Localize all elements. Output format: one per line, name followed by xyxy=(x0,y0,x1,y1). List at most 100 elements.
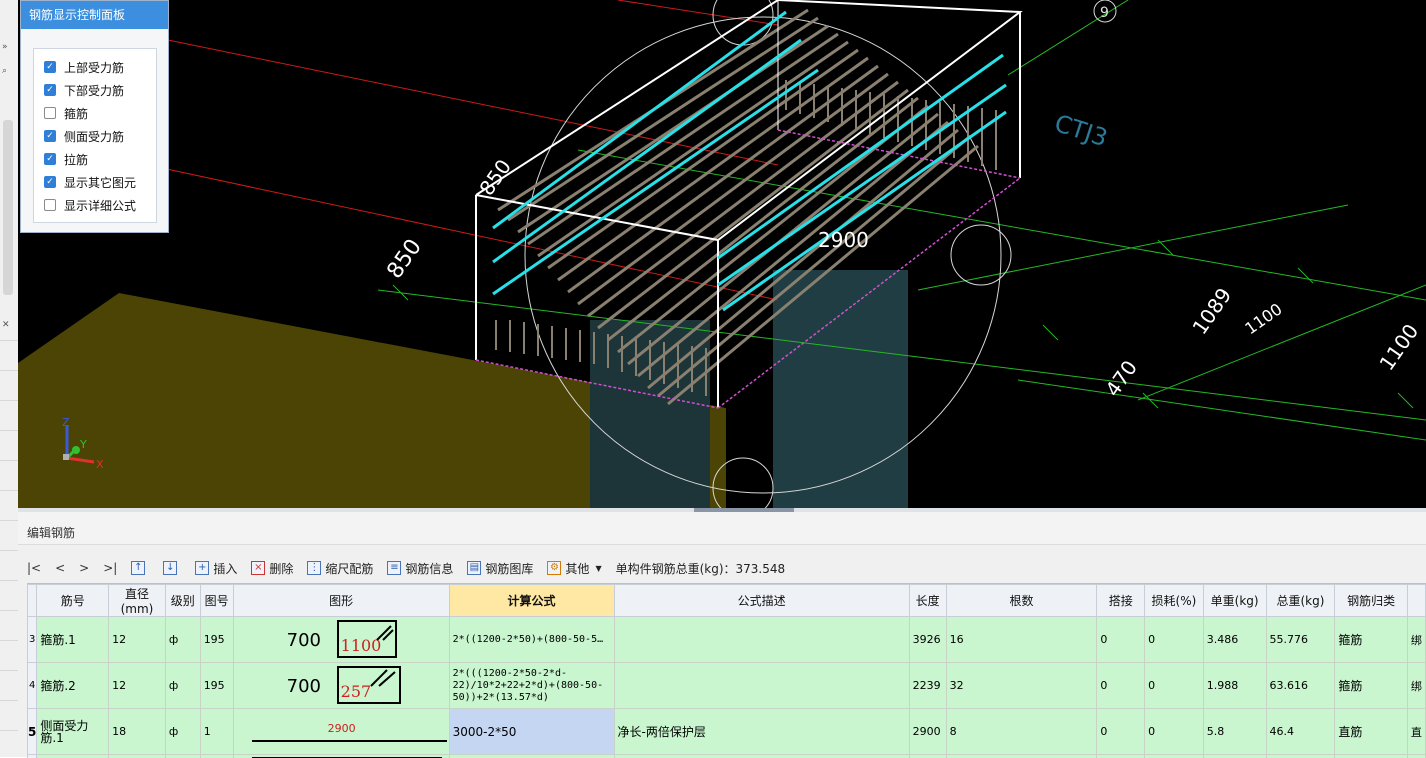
cell-count[interactable]: 16 xyxy=(946,617,1097,663)
cell-class[interactable]: 直筋 xyxy=(1335,709,1408,755)
row-number[interactable]: 5 xyxy=(28,709,37,755)
checkbox-checked-icon[interactable]: ✓ xyxy=(44,153,56,165)
scale-rebar-button[interactable]: ⋮缩尺配筋 xyxy=(307,560,373,577)
cell-length[interactable]: 3926 xyxy=(909,617,946,663)
option-show-formula[interactable]: 显示详细公式 xyxy=(44,196,136,214)
cell-grade[interactable]: ф xyxy=(165,617,200,663)
cell-length[interactable]: 2900 xyxy=(909,709,946,755)
column-header[interactable]: 公式描述 xyxy=(614,585,909,617)
row-number[interactable]: 4 xyxy=(28,663,37,709)
cell-shape[interactable]: 700 1100 xyxy=(233,617,449,663)
cell-loss[interactable]: 0 xyxy=(1145,663,1204,709)
other-dropdown[interactable]: ⚙其他▼ xyxy=(547,560,601,577)
close-icon[interactable]: ✕ xyxy=(2,320,10,330)
left-scrollbar[interactable] xyxy=(3,120,13,295)
checkbox-unchecked-icon[interactable] xyxy=(44,199,56,211)
cell-grade[interactable]: ф xyxy=(165,709,200,755)
cell-class[interactable]: 箍筋 xyxy=(1335,617,1408,663)
cell-unit-weight[interactable]: 3.486 xyxy=(1203,617,1266,663)
table-row-empty[interactable] xyxy=(28,755,1426,758)
option-show-other[interactable]: ✓ 显示其它图元 xyxy=(44,173,136,191)
cell-name[interactable]: 侧面受力筋.1 xyxy=(37,709,109,755)
row-number[interactable]: 3 xyxy=(28,617,37,663)
cell-unit-weight[interactable]: 5.8 xyxy=(1203,709,1266,755)
cell-figure[interactable]: 195 xyxy=(200,663,233,709)
option-bottom-rebar[interactable]: ✓下部受力筋 xyxy=(44,81,124,99)
cell-description[interactable]: 净长-两倍保护层 xyxy=(614,709,909,755)
cell-figure[interactable]: 1 xyxy=(200,709,233,755)
cell-diameter[interactable]: 18 xyxy=(109,709,166,755)
column-header[interactable]: 总重(kg) xyxy=(1266,585,1335,617)
checkbox-checked-icon[interactable]: ✓ xyxy=(44,130,56,142)
column-header[interactable]: 筋号 xyxy=(37,585,109,617)
arrow-down-icon: ↓ xyxy=(163,561,177,575)
column-header[interactable]: 单重(kg) xyxy=(1203,585,1266,617)
table-row-current[interactable]: 5 侧面受力筋.1 18 ф 1 2900 3000-2*50 净长-两倍保护层… xyxy=(28,709,1426,755)
cell-total-weight[interactable]: 46.4 xyxy=(1266,709,1335,755)
column-header[interactable]: 图形 xyxy=(233,585,449,617)
column-header[interactable]: 搭接 xyxy=(1097,585,1145,617)
cell-total-weight[interactable]: 55.776 xyxy=(1266,617,1335,663)
cell-lap[interactable]: 0 xyxy=(1097,709,1145,755)
move-down-button[interactable]: ↓ xyxy=(163,561,181,575)
prev-button[interactable]: < xyxy=(55,561,65,575)
cell-extra[interactable]: 绑 xyxy=(1407,617,1425,663)
cell-shape[interactable]: 2900 xyxy=(233,709,449,755)
column-header[interactable]: 直径(mm) xyxy=(109,585,166,617)
cell-unit-weight[interactable]: 1.988 xyxy=(1203,663,1266,709)
cell-loss[interactable]: 0 xyxy=(1145,617,1204,663)
cell-count[interactable]: 32 xyxy=(946,663,1097,709)
cell-extra[interactable]: 直 xyxy=(1407,709,1425,755)
cell-diameter[interactable]: 12 xyxy=(109,663,166,709)
option-tie-rebar[interactable]: ✓拉筋 xyxy=(44,150,88,168)
first-button[interactable]: |< xyxy=(27,561,41,575)
checkbox-checked-icon[interactable]: ✓ xyxy=(44,176,56,188)
cell-description[interactable] xyxy=(614,617,909,663)
option-side-rebar[interactable]: ✓侧面受力筋 xyxy=(44,127,124,145)
rebar-info-button[interactable]: ≡钢筋信息 xyxy=(387,560,453,577)
cell-extra[interactable]: 绑 xyxy=(1407,663,1425,709)
cell-formula[interactable]: 2*((1200-2*50)+(800-50-5… xyxy=(449,617,614,663)
delete-button[interactable]: ×删除 xyxy=(251,560,293,577)
cell-class[interactable]: 箍筋 xyxy=(1335,663,1408,709)
table-row[interactable]: 3 箍筋.1 12 ф 195 700 1100 2*((1200-2*50)+… xyxy=(28,617,1426,663)
cell-figure[interactable]: 195 xyxy=(200,617,233,663)
cell-formula-selected[interactable]: 3000-2*50 xyxy=(449,709,614,755)
table-row[interactable]: 4 箍筋.2 12 ф 195 700 257 2*(((1200-2*50-2… xyxy=(28,663,1426,709)
3d-viewport[interactable]: 9 CTJ3 2900 850 850 1089 1100 470 1100 Z… xyxy=(18,0,1426,508)
cell-length[interactable]: 2239 xyxy=(909,663,946,709)
cell-lap[interactable]: 0 xyxy=(1097,663,1145,709)
column-header[interactable]: 长度 xyxy=(909,585,946,617)
column-header[interactable]: 钢筋归类 xyxy=(1335,585,1408,617)
rebar-library-button[interactable]: ▤钢筋图库 xyxy=(467,560,533,577)
checkbox-checked-icon[interactable]: ✓ xyxy=(44,84,56,96)
dimension-1100-right: 1100 xyxy=(1374,319,1423,374)
cell-shape[interactable]: 700 257 xyxy=(233,663,449,709)
cell-lap[interactable]: 0 xyxy=(1097,617,1145,663)
checkbox-checked-icon[interactable]: ✓ xyxy=(44,61,56,73)
option-top-rebar[interactable]: ✓上部受力筋 xyxy=(44,58,124,76)
column-header[interactable]: 级别 xyxy=(165,585,200,617)
search-icon[interactable]: ⌕ xyxy=(2,66,7,76)
cell-name[interactable]: 箍筋.1 xyxy=(37,617,109,663)
last-button[interactable]: >| xyxy=(103,561,117,575)
cell-total-weight[interactable]: 63.616 xyxy=(1266,663,1335,709)
column-header[interactable]: 图号 xyxy=(200,585,233,617)
column-header[interactable]: 根数 xyxy=(946,585,1097,617)
insert-button[interactable]: +插入 xyxy=(195,560,237,577)
next-button[interactable]: > xyxy=(79,561,89,575)
option-stirrup[interactable]: 箍筋 xyxy=(44,104,88,122)
checkbox-unchecked-icon[interactable] xyxy=(44,107,56,119)
move-up-button[interactable]: ↑ xyxy=(131,561,149,575)
option-label: 显示其它图元 xyxy=(64,174,136,191)
expand-arrows-icon[interactable]: » xyxy=(2,42,8,52)
column-header[interactable]: 损耗(%) xyxy=(1145,585,1204,617)
cell-loss[interactable]: 0 xyxy=(1145,709,1204,755)
cell-formula[interactable]: 2*(((1200-2*50-2*d-22)/10*2+22+2*d)+(800… xyxy=(449,663,614,709)
cell-count[interactable]: 8 xyxy=(946,709,1097,755)
cell-name[interactable]: 箍筋.2 xyxy=(37,663,109,709)
cell-description[interactable] xyxy=(614,663,909,709)
cell-grade[interactable]: ф xyxy=(165,663,200,709)
column-header-selected[interactable]: 计算公式 xyxy=(449,585,614,617)
cell-diameter[interactable]: 12 xyxy=(109,617,166,663)
